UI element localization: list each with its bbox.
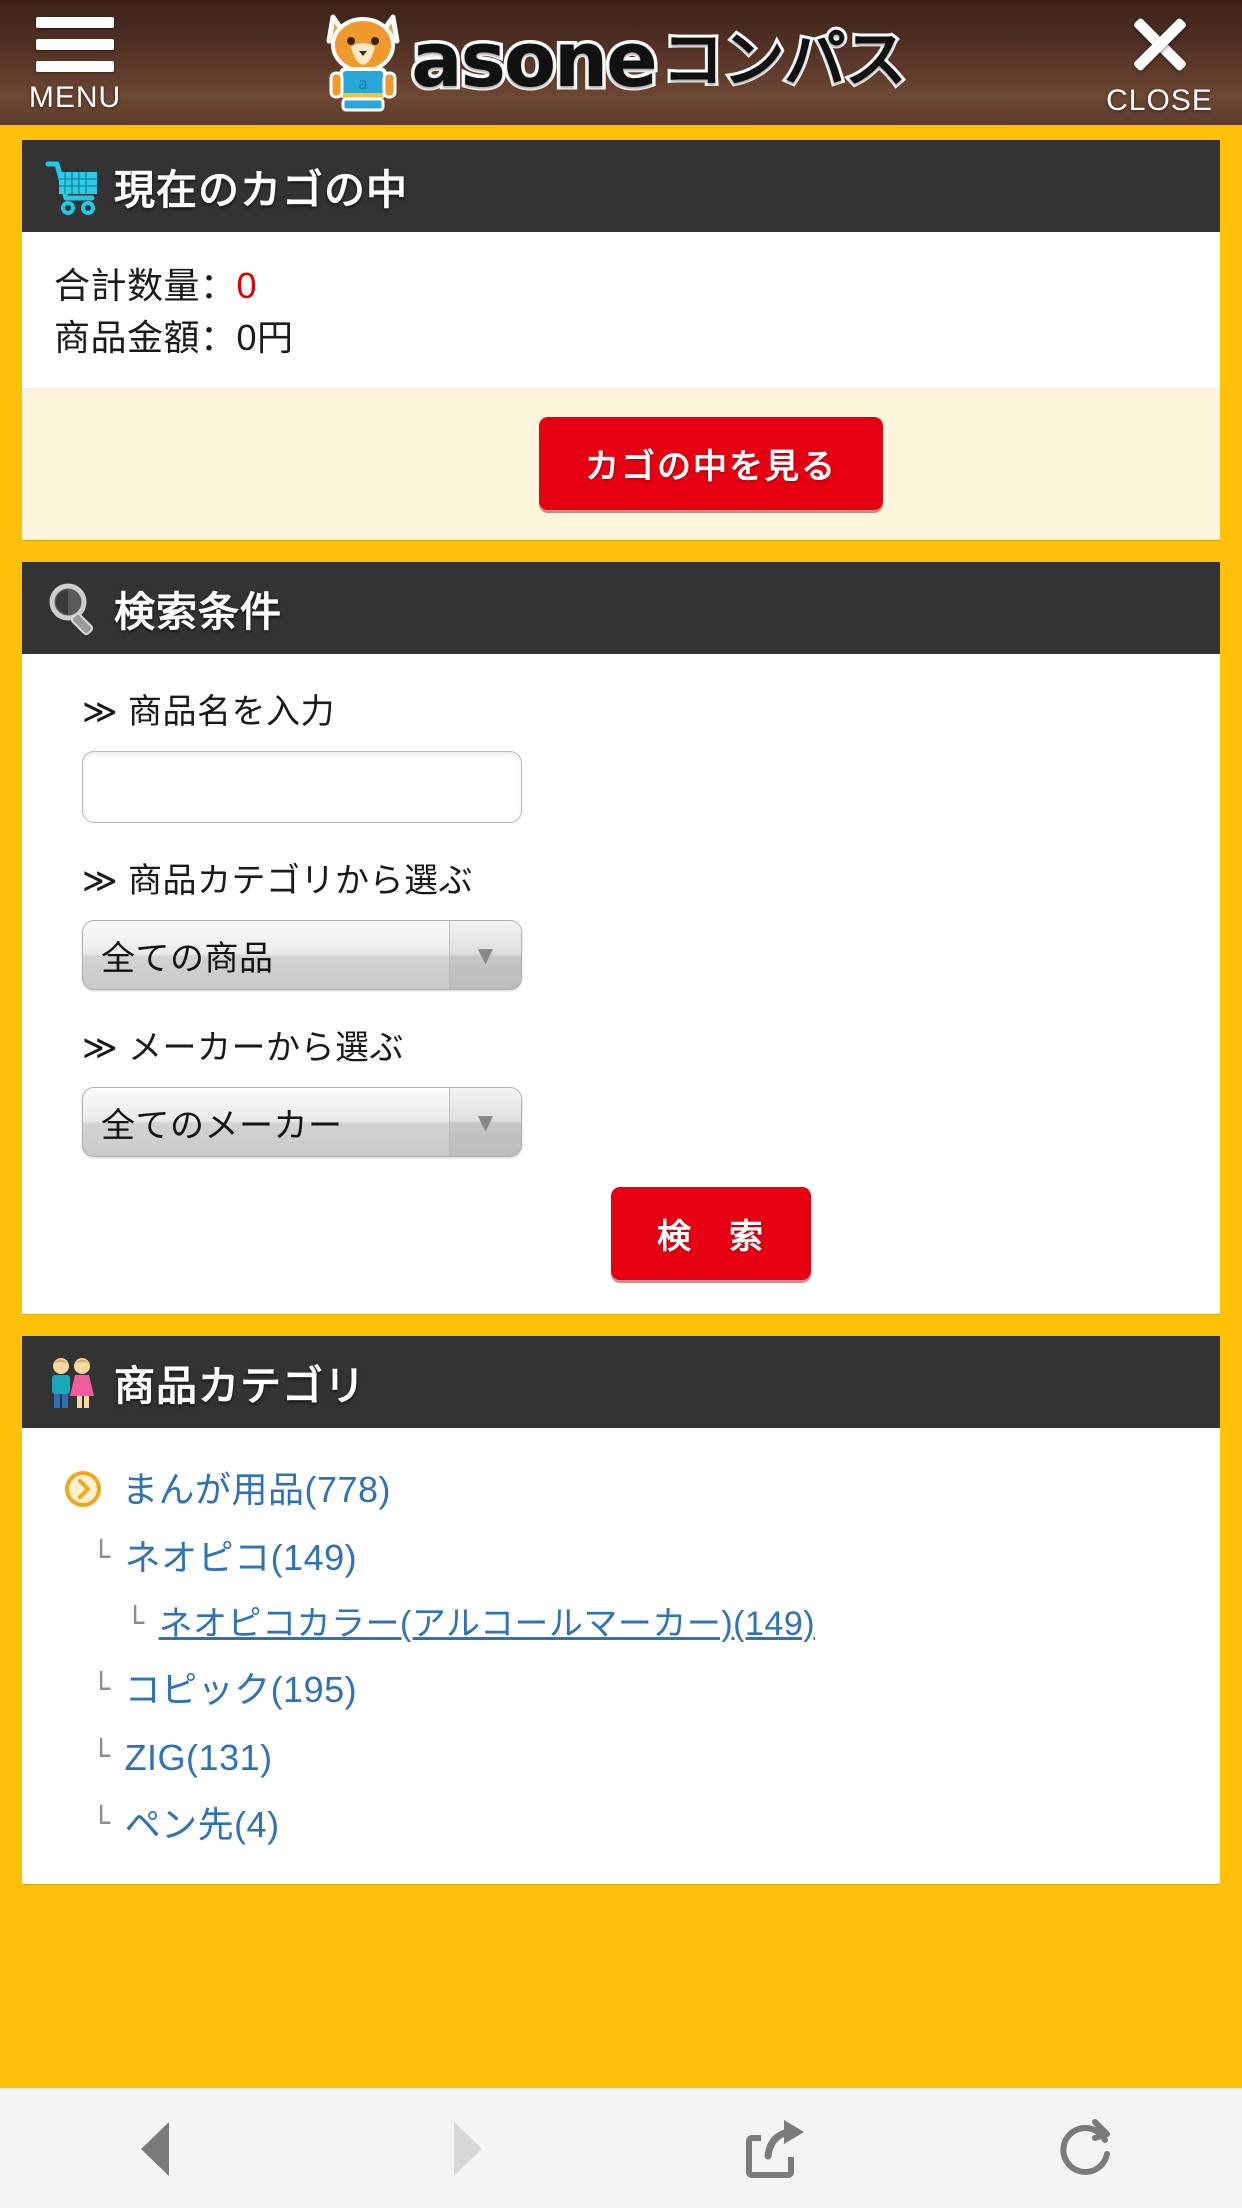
list-item[interactable]: まんが用品(778) xyxy=(56,1454,1186,1524)
cart-amount-label: 商品金額： xyxy=(54,317,237,359)
close-button-label: CLOSE xyxy=(1106,84,1213,117)
product-name-label: ≫ 商品名を入力 xyxy=(82,693,336,732)
back-triangle-icon xyxy=(141,2121,170,2176)
branch-mark: └ xyxy=(92,1806,111,1842)
view-cart-button-wrapper: カゴの中を見る xyxy=(202,417,1220,511)
branch-mark: └ xyxy=(92,1539,111,1575)
view-cart-button[interactable]: カゴの中を見る xyxy=(539,417,883,511)
share-button[interactable] xyxy=(621,2089,932,2208)
category-link-current[interactable]: ネオピコカラー(アルコールマーカー)(149) xyxy=(159,1604,816,1645)
back-button[interactable] xyxy=(0,2089,311,2208)
close-x-icon xyxy=(1127,11,1193,77)
app-root: MENU a asone コンパス CLOSE 現在のカゴの中 合計数量：0 商… xyxy=(0,0,1242,2208)
brand-kana: コンパス xyxy=(659,22,910,96)
category-select[interactable]: 全ての商品 ▼ xyxy=(82,920,522,991)
category-select-value: 全ての商品 xyxy=(101,939,274,978)
category-link[interactable]: コピック(195) xyxy=(125,1668,358,1711)
cart-panel: 現在のカゴの中 合計数量：0 商品金額：0円 カゴの中を見る xyxy=(22,140,1220,541)
browser-toolbar xyxy=(0,2088,1242,2208)
fox-mascot-icon: a xyxy=(326,14,400,112)
forward-triangle-icon xyxy=(453,2121,482,2176)
cart-quantity-label: 合計数量： xyxy=(54,265,237,306)
reload-button[interactable] xyxy=(932,2089,1242,2208)
brand-logo[interactable]: a asone コンパス xyxy=(150,0,1077,125)
svg-text:a: a xyxy=(358,74,368,93)
forward-button[interactable] xyxy=(311,2089,622,2208)
chevron-down-icon: ▼ xyxy=(449,921,521,990)
cart-amount-row: 商品金額：0円 xyxy=(54,312,1188,364)
cart-summary: 合計数量：0 商品金額：0円 xyxy=(22,232,1220,389)
category-panel-title: 商品カテゴリ xyxy=(114,1363,366,1410)
category-list: まんが用品(778) └ ネオピコ(149) └ ネオピコカラー(アルコールマー… xyxy=(22,1428,1220,1884)
page-body: 現在のカゴの中 合計数量：0 商品金額：0円 カゴの中を見る 検索条件 ≫ 商品… xyxy=(0,125,1242,1884)
product-name-input[interactable] xyxy=(82,751,522,824)
shopping-cart-icon xyxy=(45,161,97,215)
list-item[interactable]: └ ネオピコカラー(アルコールマーカー)(149) xyxy=(56,1592,1186,1657)
list-item[interactable]: └ ネオピコ(149) xyxy=(56,1524,1186,1591)
cart-quantity-row: 合計数量：0 xyxy=(54,260,1188,312)
search-form: ≫ 商品名を入力 ≫ 商品カテゴリから選ぶ 全ての商品 ▼ ≫ メーカーから選ぶ… xyxy=(22,654,1220,1314)
maker-select[interactable]: 全てのメーカー ▼ xyxy=(82,1087,522,1158)
share-icon xyxy=(746,2119,805,2178)
reload-icon xyxy=(1060,2118,1110,2175)
category-link[interactable]: ペン先(4) xyxy=(125,1803,280,1846)
search-panel-header: 検索条件 xyxy=(22,562,1220,655)
search-submit-button[interactable]: 検 索 xyxy=(611,1187,811,1281)
cart-panel-header: 現在のカゴの中 xyxy=(22,140,1220,232)
site-header: MENU a asone コンパス CLOSE xyxy=(0,0,1242,125)
category-link[interactable]: ネオピコ(149) xyxy=(125,1536,358,1579)
magnifier-icon xyxy=(49,583,94,636)
chevron-down-icon: ▼ xyxy=(449,1088,521,1157)
hamburger-icon xyxy=(36,16,114,72)
search-submit-wrapper: 検 索 xyxy=(262,1187,1160,1281)
category-panel-header: 商品カテゴリ xyxy=(22,1336,1220,1429)
cart-panel-title: 現在のカゴの中 xyxy=(114,167,408,213)
menu-button[interactable]: MENU xyxy=(0,0,150,125)
circle-chevron-icon xyxy=(65,1471,101,1508)
category-panel: 商品カテゴリ まんが用品(778) └ ネオピコ(149) └ ネオピコカラー(… xyxy=(22,1336,1220,1884)
cart-quantity-value: 0 xyxy=(236,265,258,306)
category-select-label: ≫ 商品カテゴリから選ぶ xyxy=(82,862,474,901)
search-panel-title: 検索条件 xyxy=(114,589,282,636)
branch-mark: └ xyxy=(126,1605,145,1641)
close-button[interactable]: CLOSE xyxy=(1077,0,1242,125)
cart-amount-value: 0円 xyxy=(236,317,294,359)
list-item[interactable]: └ ZIG(131) xyxy=(56,1724,1186,1791)
list-item[interactable]: └ コピック(195) xyxy=(56,1656,1186,1723)
maker-select-label: ≫ メーカーから選ぶ xyxy=(82,1029,405,1068)
list-item[interactable]: └ ペン先(4) xyxy=(56,1791,1186,1858)
branch-mark: └ xyxy=(92,1671,111,1707)
cart-action-bar: カゴの中を見る xyxy=(22,388,1220,541)
branch-mark: └ xyxy=(92,1739,111,1775)
category-link[interactable]: ZIG(131) xyxy=(125,1736,273,1779)
brand-wordmark: asone xyxy=(408,14,661,104)
category-link[interactable]: まんが用品(778) xyxy=(122,1468,391,1511)
search-panel: 検索条件 ≫ 商品名を入力 ≫ 商品カテゴリから選ぶ 全ての商品 ▼ ≫ メーカ… xyxy=(22,562,1220,1315)
maker-select-value: 全てのメーカー xyxy=(101,1106,343,1145)
menu-button-label: MENU xyxy=(28,80,122,114)
two-people-icon xyxy=(52,1358,94,1409)
